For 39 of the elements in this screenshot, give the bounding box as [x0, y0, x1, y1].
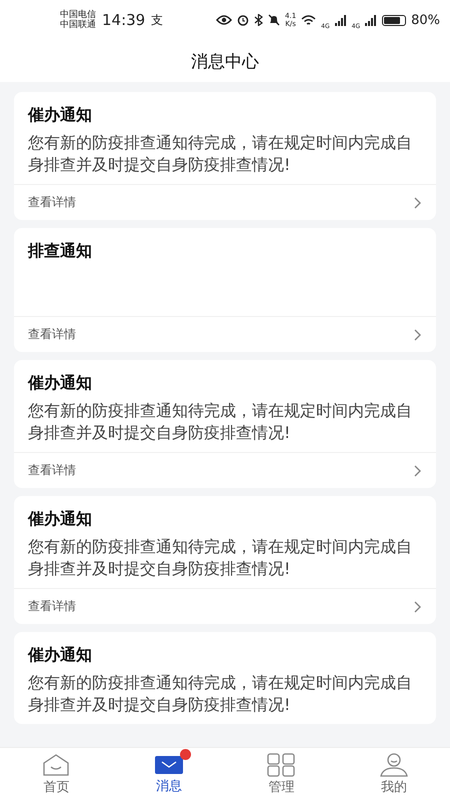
page-title: 消息中心 — [191, 50, 259, 72]
carrier-name: 中国电信 — [60, 10, 96, 20]
tab-bar-item[interactable]: 管理 — [225, 748, 338, 800]
tab-bar-item[interactable]: 我的 — [338, 748, 450, 800]
message-title: 催办通知 — [28, 372, 93, 394]
user-icon — [378, 752, 409, 776]
battery-icon — [382, 14, 406, 26]
message-title: 催办通知 — [28, 644, 93, 666]
message-body: 您有新的防疫排查通知待完成，请在规定时间内完成自身排查并及时提交自身防疫排查情况! — [28, 132, 413, 176]
muted-bell-icon — [268, 14, 280, 26]
alarm-icon — [237, 14, 250, 26]
message-body: 您有新的防疫排查通知待完成，请在规定时间内完成自身排查并及时提交自身防疫排查情况! — [28, 672, 413, 716]
carrier-name: 中国联通 — [60, 20, 96, 30]
clock-time: 14:39 — [102, 11, 146, 29]
signal-icon — [334, 14, 347, 26]
signal-icon — [365, 14, 378, 26]
message-title: 排查通知 — [28, 240, 93, 262]
eye-icon — [216, 15, 232, 25]
battery-percent: 80% — [411, 12, 440, 28]
wifi-icon — [301, 14, 316, 26]
tab-bar-item[interactable]: 首页 — [0, 748, 112, 800]
view-details-link[interactable]: 查看详情 — [14, 316, 436, 352]
view-details-link[interactable]: 查看详情 — [14, 452, 436, 488]
message-body: 您有新的防疫排查通知待完成，请在规定时间内完成自身排查并及时提交自身防疫排查情况! — [28, 400, 413, 444]
grid-icon — [267, 752, 296, 776]
view-details-link[interactable]: 查看详情 — [14, 184, 436, 220]
view-details-link[interactable]: 查看详情 — [14, 588, 436, 624]
message-title: 催办通知 — [28, 104, 93, 126]
app-notification-glyph: 支 — [151, 12, 164, 28]
chevron-right-icon — [414, 196, 422, 208]
message-title: 催办通知 — [28, 508, 93, 530]
chevron-right-icon — [414, 328, 422, 340]
chevron-right-icon — [414, 464, 422, 476]
envelope-icon — [154, 754, 184, 776]
message-body: 您有新的防疫排查通知待完成，请在规定时间内完成自身排查并及时提交自身防疫排查情况! — [28, 536, 413, 580]
chevron-right-icon — [414, 600, 422, 612]
tab-bar-item[interactable]: 消息 — [112, 748, 225, 800]
home-icon — [41, 752, 72, 776]
bluetooth-icon — [254, 14, 264, 26]
